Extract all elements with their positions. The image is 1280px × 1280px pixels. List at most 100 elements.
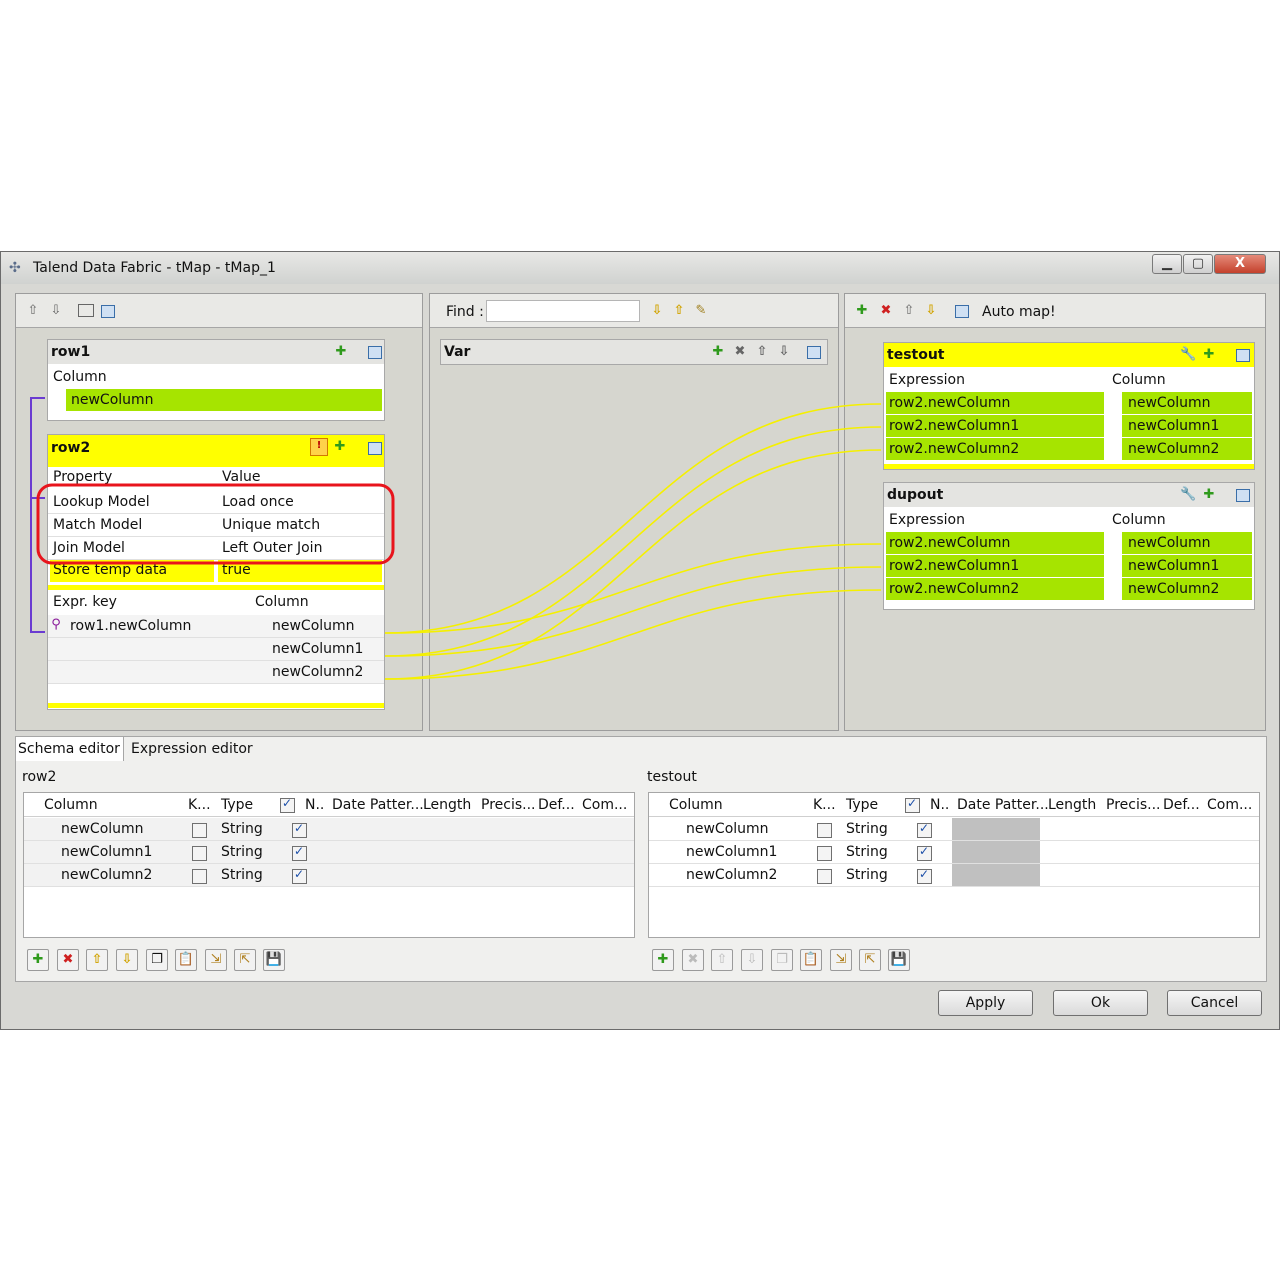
apply-button[interactable]: Apply xyxy=(938,990,1033,1016)
copy-button[interactable]: ❐ xyxy=(771,949,793,971)
nullable-all-checkbox[interactable] xyxy=(280,796,295,813)
add-column-button[interactable]: ✚ xyxy=(27,949,49,971)
key-checkbox[interactable] xyxy=(192,823,207,838)
row1-column-cell[interactable]: newColumn xyxy=(66,389,382,411)
nullable-checkbox[interactable] xyxy=(917,844,932,861)
column-cell[interactable]: newColumn xyxy=(1122,532,1252,554)
key-checkbox[interactable] xyxy=(192,846,207,861)
minimize-table-icon[interactable] xyxy=(807,346,821,359)
minimize-all-icon[interactable] xyxy=(78,304,94,317)
schema-row[interactable]: newColumn String xyxy=(649,818,1259,841)
nullable-checkbox[interactable] xyxy=(292,821,307,838)
find-previous-icon[interactable]: ⇧ xyxy=(672,304,686,318)
column-cell[interactable]: newColumn2 xyxy=(272,661,363,683)
maximize-button[interactable]: ▢ xyxy=(1183,254,1213,274)
expression-cell[interactable]: row2.newColumn2 xyxy=(886,578,1104,600)
expression-cell[interactable]: row2.newColumn xyxy=(886,392,1104,414)
expression-cell[interactable]: row2.newColumn1 xyxy=(886,415,1104,437)
minimize-table-icon[interactable] xyxy=(1236,489,1250,502)
lookup-settings-icon[interactable]: ! xyxy=(310,438,328,456)
schema-row[interactable]: newColumn2 String xyxy=(649,864,1259,887)
row2-row[interactable]: ⚲ row1.newColumn newColumn xyxy=(48,615,384,638)
add-column-button[interactable]: ✚ xyxy=(652,949,674,971)
column-cell[interactable]: newColumn1 xyxy=(686,841,777,863)
row2-row[interactable]: newColumn2 xyxy=(48,661,384,684)
schema-row[interactable]: newColumn2 String xyxy=(24,864,634,887)
type-cell[interactable]: String xyxy=(846,864,888,886)
expression-cell[interactable]: row2.newColumn1 xyxy=(886,555,1104,577)
move-up-button[interactable]: ⇧ xyxy=(86,949,108,971)
column-cell[interactable]: newColumn2 xyxy=(1122,438,1252,460)
export-button[interactable]: ⇱ xyxy=(859,949,881,971)
type-cell[interactable]: String xyxy=(846,818,888,840)
save-button[interactable]: 💾 xyxy=(263,949,285,971)
tab-expression-editor[interactable]: Expression editor xyxy=(128,737,253,761)
column-cell[interactable]: newColumn xyxy=(272,615,355,637)
import-button[interactable]: ⇲ xyxy=(205,949,227,971)
minimize-table-icon[interactable] xyxy=(1236,349,1250,362)
type-cell[interactable]: String xyxy=(221,864,263,886)
find-highlight-icon[interactable]: ✎ xyxy=(694,304,708,318)
move-down-icon[interactable]: ⇩ xyxy=(49,304,63,318)
column-cell[interactable]: newColumn xyxy=(686,818,769,840)
restore-icon[interactable] xyxy=(101,305,115,318)
settings-icon[interactable]: 🔧 xyxy=(1180,488,1196,502)
column-cell[interactable]: newColumn2 xyxy=(61,864,152,886)
move-up-icon[interactable]: ⇧ xyxy=(26,304,40,318)
join-model-row[interactable]: Join Model Left Outer Join xyxy=(48,537,384,560)
column-cell[interactable]: newColumn2 xyxy=(1122,578,1252,600)
move-down-icon[interactable]: ⇩ xyxy=(924,304,938,318)
schema-row[interactable]: newColumn1 String xyxy=(24,841,634,864)
column-cell[interactable]: newColumn xyxy=(1122,392,1252,414)
export-button[interactable]: ⇱ xyxy=(234,949,256,971)
key-checkbox[interactable] xyxy=(192,869,207,884)
add-output-icon[interactable]: ✚ xyxy=(855,304,869,318)
nullable-all-checkbox[interactable] xyxy=(905,796,920,813)
remove-column-button[interactable]: ✖ xyxy=(682,949,704,971)
property-value[interactable]: Load once xyxy=(222,491,294,513)
paste-button[interactable]: 📋 xyxy=(175,949,197,971)
row2-row[interactable]: newColumn1 xyxy=(48,638,384,661)
property-value[interactable]: Left Outer Join xyxy=(222,537,322,559)
column-cell[interactable]: newColumn1 xyxy=(1122,555,1252,577)
store-temp-data-row[interactable]: Store temp data true xyxy=(50,560,382,582)
property-value[interactable]: true xyxy=(222,559,251,581)
remove-column-button[interactable]: ✖ xyxy=(57,949,79,971)
paste-button[interactable]: 📋 xyxy=(800,949,822,971)
cancel-button[interactable]: Cancel xyxy=(1167,990,1262,1016)
schema-row[interactable]: newColumn String xyxy=(24,818,634,841)
add-icon[interactable]: ✚ xyxy=(711,345,725,359)
minimize-table-icon[interactable] xyxy=(368,346,382,359)
find-input[interactable] xyxy=(486,300,640,322)
restore-icon[interactable] xyxy=(955,305,969,318)
import-button[interactable]: ⇲ xyxy=(830,949,852,971)
move-down-icon[interactable]: ⇩ xyxy=(777,345,791,359)
column-cell[interactable]: newColumn1 xyxy=(1122,415,1252,437)
move-up-icon[interactable]: ⇧ xyxy=(755,345,769,359)
minimize-button[interactable]: ▁ xyxy=(1152,254,1182,274)
move-down-button[interactable]: ⇩ xyxy=(116,949,138,971)
column-cell[interactable]: newColumn1 xyxy=(61,841,152,863)
type-cell[interactable]: String xyxy=(221,841,263,863)
remove-icon[interactable]: ✖ xyxy=(733,345,747,359)
move-down-button[interactable]: ⇩ xyxy=(741,949,763,971)
minimize-table-icon[interactable] xyxy=(368,442,382,455)
expression-cell[interactable]: row2.newColumn2 xyxy=(886,438,1104,460)
lookup-model-row[interactable]: Lookup Model Load once xyxy=(48,491,384,514)
expression-cell[interactable]: row2.newColumn xyxy=(886,532,1104,554)
add-icon[interactable]: ✚ xyxy=(1202,488,1216,502)
key-checkbox[interactable] xyxy=(817,869,832,884)
close-button[interactable]: X xyxy=(1214,254,1266,274)
move-up-button[interactable]: ⇧ xyxy=(711,949,733,971)
column-cell[interactable]: newColumn1 xyxy=(272,638,363,660)
tab-schema-editor[interactable]: Schema editor xyxy=(16,737,124,761)
move-up-icon[interactable]: ⇧ xyxy=(902,304,916,318)
add-icon[interactable]: ✚ xyxy=(334,345,348,359)
settings-icon[interactable]: 🔧 xyxy=(1180,348,1196,362)
key-checkbox[interactable] xyxy=(817,846,832,861)
auto-map-button[interactable]: Auto map! xyxy=(982,301,1056,323)
property-value[interactable]: Unique match xyxy=(222,514,320,536)
column-cell[interactable]: newColumn2 xyxy=(686,864,777,886)
column-cell[interactable]: newColumn xyxy=(61,818,144,840)
schema-row[interactable]: newColumn1 String xyxy=(649,841,1259,864)
